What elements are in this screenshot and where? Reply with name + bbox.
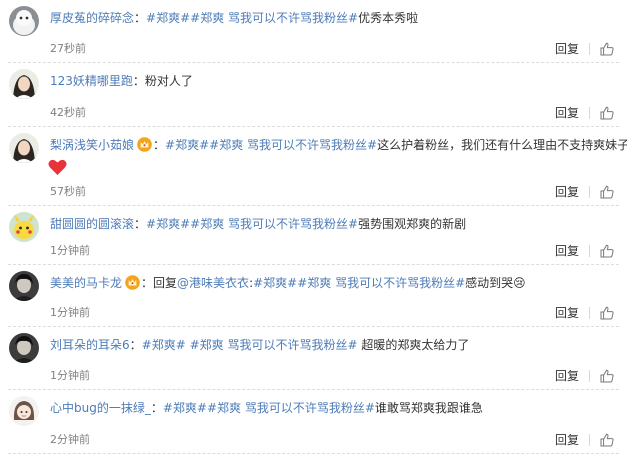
thumbs-up-icon[interactable] xyxy=(600,433,614,447)
action-divider xyxy=(589,434,590,446)
action-divider xyxy=(589,107,590,119)
comment-item: 刘耳朵的耳朵6：#郑爽# #郑爽 骂我可以不许骂我粉丝# 超暖的郑爽太给力了 1分… xyxy=(0,327,627,390)
name-separator: ： xyxy=(132,74,145,88)
thumbs-up-icon[interactable] xyxy=(600,369,614,383)
comment-username[interactable]: 123妖精哪里跑 xyxy=(50,74,133,88)
hashtag-link[interactable]: #郑爽# #郑爽 骂我可以不许骂我粉丝# xyxy=(142,338,358,352)
comment-timestamp: 57秒前 xyxy=(50,185,86,198)
comment-item: 美美的马卡龙 ：回复@港味美衣衣:#郑爽##郑爽 骂我可以不许骂我粉丝#感动到哭😢… xyxy=(0,265,627,327)
comment-body: 强势围观郑爽的新剧 xyxy=(358,217,467,231)
comment-timestamp: 27秒前 xyxy=(50,42,86,55)
comment-timestamp: 1分钟前 xyxy=(50,306,90,319)
hashtag-link[interactable]: @港味美衣衣 xyxy=(177,276,249,290)
action-divider xyxy=(589,245,590,257)
comment-username[interactable]: 刘耳朵的耳朵6 xyxy=(50,338,130,352)
reply-button[interactable]: 回复 xyxy=(555,244,579,258)
girl-portrait-avatar[interactable] xyxy=(9,133,39,163)
action-divider xyxy=(589,43,590,55)
name-separator: ： xyxy=(129,338,142,352)
comment-timestamp: 1分钟前 xyxy=(50,369,90,382)
comment-text-line: 刘耳朵的耳朵6：#郑爽# #郑爽 骂我可以不许骂我粉丝# 超暖的郑爽太给力了 xyxy=(50,337,617,353)
reply-button[interactable]: 回复 xyxy=(555,306,579,320)
comment-text-line: 梨涡浅笑小茹娘 ：#郑爽##郑爽 骂我可以不许骂我粉丝#这么护着粉丝，我们还有什么… xyxy=(50,137,627,153)
comment-text-line: 甜圆圆的圆滚滚：#郑爽##郑爽 骂我可以不许骂我粉丝#强势围观郑爽的新剧 xyxy=(50,216,617,232)
white-creature-avatar[interactable] xyxy=(9,6,39,36)
comment-username[interactable]: 美美的马卡龙 xyxy=(50,276,122,290)
hashtag-link[interactable]: #郑爽##郑爽 骂我可以不许骂我粉丝# xyxy=(163,401,375,415)
comment-username[interactable]: 梨涡浅笑小茹娘 xyxy=(50,138,134,152)
comment-body: 优秀本秀啦 xyxy=(358,11,419,25)
heart-icon xyxy=(48,159,67,176)
crown-badge-icon[interactable] xyxy=(125,275,140,290)
dark-portrait-avatar[interactable] xyxy=(9,333,39,363)
comment-username[interactable]: 厚皮菟的碎碎念 xyxy=(50,11,134,25)
thumbs-up-icon[interactable] xyxy=(600,244,614,258)
girl-portrait-avatar[interactable] xyxy=(9,69,39,99)
comment-text-line: 123妖精哪里跑：粉对人了 xyxy=(50,73,617,89)
comment-item: 123妖精哪里跑：粉对人了 42秒前 回复 xyxy=(0,63,627,127)
comment-body: 粉对人了 xyxy=(144,74,193,88)
reply-button[interactable]: 回复 xyxy=(555,106,579,120)
crown-badge-icon[interactable] xyxy=(137,137,152,152)
comment-item: 心中bug的一抹绿_：#郑爽##郑爽 骂我可以不许骂我粉丝#谁敢骂郑爽我跟谁急 2… xyxy=(0,390,627,454)
reply-button[interactable]: 回复 xyxy=(555,42,579,56)
comment-username[interactable]: 甜圆圆的圆滚滚 xyxy=(50,217,134,231)
comment-item: 梨涡浅笑小茹娘 ：#郑爽##郑爽 骂我可以不许骂我粉丝#这么护着粉丝，我们还有什么… xyxy=(0,127,627,206)
dark-portrait-avatar[interactable] xyxy=(9,271,39,301)
name-separator: ： xyxy=(134,217,147,231)
reply-button[interactable]: 回复 xyxy=(555,369,579,383)
comment-body: 感动到哭😢 xyxy=(465,276,526,290)
action-divider xyxy=(589,186,590,198)
comment-body: 回复 xyxy=(153,276,178,290)
thumbs-up-icon[interactable] xyxy=(600,106,614,120)
hashtag-link[interactable]: #郑爽##郑爽 骂我可以不许骂我粉丝# xyxy=(165,138,377,152)
comment-item: 甜圆圆的圆滚滚：#郑爽##郑爽 骂我可以不许骂我粉丝#强势围观郑爽的新剧 1分钟前… xyxy=(0,206,627,265)
hashtag-link[interactable]: #郑爽##郑爽 骂我可以不许骂我粉丝# xyxy=(253,276,465,290)
pikachu-avatar[interactable] xyxy=(9,212,39,242)
comment-body: 这么护着粉丝，我们还有什么理由不支持爽妹子 xyxy=(377,138,627,152)
hashtag-link[interactable]: #郑爽##郑爽 骂我可以不许骂我粉丝# xyxy=(146,217,358,231)
comment-list: 厚皮菟的碎碎念：#郑爽##郑爽 骂我可以不许骂我粉丝#优秀本秀啦 27秒前 回复 12… xyxy=(0,0,627,454)
comment-timestamp: 2分钟前 xyxy=(50,433,90,446)
reply-button[interactable]: 回复 xyxy=(555,433,579,447)
comment-body: 超暖的郑爽太给力了 xyxy=(357,338,470,352)
comment-item: 厚皮菟的碎碎念：#郑爽##郑爽 骂我可以不许骂我粉丝#优秀本秀啦 27秒前 回复 xyxy=(0,0,627,63)
cartoon-girl-avatar[interactable] xyxy=(9,396,39,426)
hashtag-link[interactable]: #郑爽##郑爽 骂我可以不许骂我粉丝# xyxy=(146,11,358,25)
comment-username[interactable]: 心中bug的一抹绿_ xyxy=(50,401,151,415)
comment-text-line: 心中bug的一抹绿_：#郑爽##郑爽 骂我可以不许骂我粉丝#谁敢骂郑爽我跟谁急 xyxy=(50,400,617,416)
name-separator: ： xyxy=(141,276,154,290)
name-separator: ： xyxy=(153,138,166,152)
name-separator: ： xyxy=(134,11,147,25)
comment-body: 谁敢骂郑爽我跟谁急 xyxy=(374,401,483,415)
reply-button[interactable]: 回复 xyxy=(555,185,579,199)
name-separator: ： xyxy=(150,401,163,415)
thumbs-up-icon[interactable] xyxy=(600,42,614,56)
thumbs-up-icon[interactable] xyxy=(600,306,614,320)
action-divider xyxy=(589,307,590,319)
comment-timestamp: 1分钟前 xyxy=(50,244,90,257)
action-divider xyxy=(589,370,590,382)
thumbs-up-icon[interactable] xyxy=(600,185,614,199)
comment-timestamp: 42秒前 xyxy=(50,106,86,119)
comment-text-line: 厚皮菟的碎碎念：#郑爽##郑爽 骂我可以不许骂我粉丝#优秀本秀啦 xyxy=(50,10,617,26)
comment-text-line: 美美的马卡龙 ：回复@港味美衣衣:#郑爽##郑爽 骂我可以不许骂我粉丝#感动到哭😢 xyxy=(50,275,617,291)
